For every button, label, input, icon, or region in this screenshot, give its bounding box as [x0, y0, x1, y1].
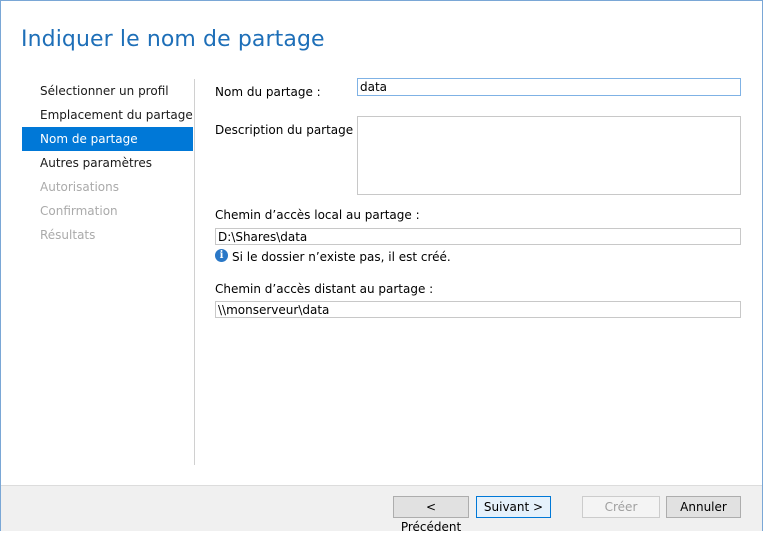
info-icon: i [215, 249, 228, 262]
next-button[interactable]: Suivant > [476, 496, 551, 518]
nav-step-other-settings[interactable]: Autres paramètres [22, 151, 193, 175]
info-message: Si le dossier n’existe pas, il est créé. [232, 250, 451, 264]
previous-button[interactable]: < Précédent [393, 496, 469, 534]
share-description-label: Description du partage : [215, 123, 362, 137]
wizard-step-nav: Sélectionner un profil Emplacement du pa… [22, 79, 193, 247]
nav-step-confirmation: Confirmation [40, 204, 118, 218]
create-button: Créer [582, 496, 660, 518]
share-name-label: Nom du partage : [215, 85, 321, 99]
nav-step-permissions: Autorisations [40, 180, 119, 194]
share-name-input[interactable]: data [357, 78, 741, 96]
nav-step-results: Résultats [40, 228, 96, 242]
local-path-field: D:\Shares\data [215, 228, 741, 245]
nav-divider [194, 79, 195, 465]
nav-step-select-profile[interactable]: Sélectionner un profil [22, 79, 193, 103]
local-path-label: Chemin d’accès local au partage : [215, 208, 420, 222]
cancel-button[interactable]: Annuler [666, 496, 741, 518]
remote-path-field: \\monserveur\data [215, 301, 741, 318]
page-title: Indiquer le nom de partage [21, 27, 325, 52]
nav-step-share-location[interactable]: Emplacement du partage [22, 103, 193, 127]
remote-path-label: Chemin d’accès distant au partage : [215, 282, 434, 296]
nav-step-share-name[interactable]: Nom de partage [22, 127, 193, 151]
share-description-textarea[interactable] [357, 116, 741, 195]
